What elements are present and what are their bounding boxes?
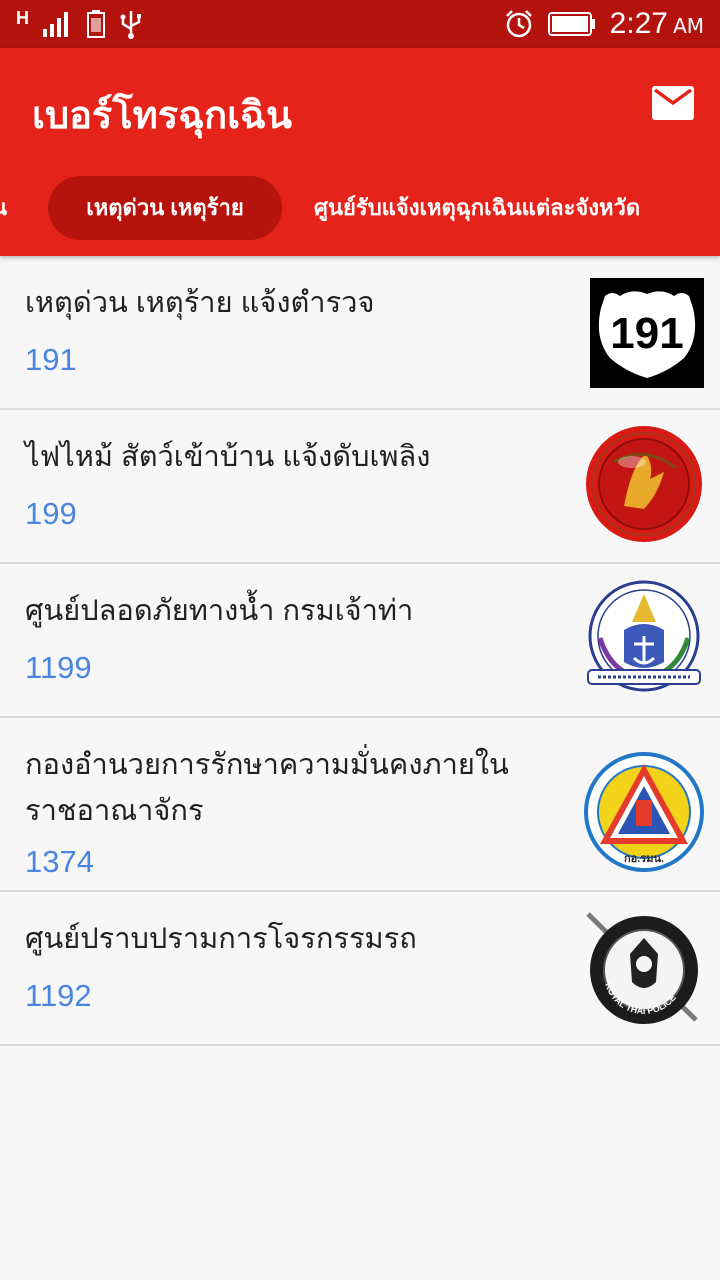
list-item[interactable]: ไฟไหม้ สัตว์เข้าบ้าน แจ้งดับเพลิง 199 <box>0 410 720 564</box>
item-phone-number[interactable]: 1192 <box>25 978 92 1014</box>
app-bar: เบอร์โทรฉุกเฉิน น เหตุด่วน เหตุร้าย ศูนย… <box>0 48 720 256</box>
item-phone-number[interactable]: 191 <box>25 342 77 378</box>
item-phone-number[interactable]: 1199 <box>25 650 92 686</box>
fire-department-emblem-icon <box>586 426 702 542</box>
network-type-indicator: H <box>16 7 29 28</box>
item-phone-number[interactable]: 1374 <box>25 844 94 880</box>
list-item[interactable]: ศูนย์ปลอดภัยทางน้ำ กรมเจ้าท่า 1199 <box>0 564 720 718</box>
item-phone-number[interactable]: 199 <box>25 496 77 532</box>
tab-emergency-crime[interactable]: เหตุด่วน เหตุร้าย <box>48 176 282 240</box>
list-item[interactable]: เหตุด่วน เหตุร้าย แจ้งตำรวจ 191 191 <box>0 256 720 410</box>
signal-icon <box>43 12 68 37</box>
highway-shield-191-icon: 191 <box>590 278 704 388</box>
item-title: ศูนย์ปลอดภัยทางน้ำ กรมเจ้าท่า <box>25 595 414 627</box>
isoc-emblem-icon: กอ.รมน. <box>584 752 704 872</box>
battery-saver-icon <box>87 10 105 38</box>
marine-department-emblem-icon <box>587 580 701 692</box>
clock-time: 2:27 <box>609 7 668 40</box>
emergency-number-list: เหตุด่วน เหตุร้าย แจ้งตำรวจ 191 191 ไฟไห… <box>0 256 720 1046</box>
battery-icon <box>547 12 595 36</box>
usb-icon <box>120 11 141 39</box>
item-title: กองอำนวยการรักษาความมั่นคงภายในราชอาณาจั… <box>25 749 509 827</box>
status-right-icons: 2:27 AM <box>504 6 704 42</box>
item-title: เหตุด่วน เหตุร้าย แจ้งตำรวจ <box>25 287 375 319</box>
alarm-icon <box>505 10 532 38</box>
list-item[interactable]: กองอำนวยการรักษาความมั่นคงภายในราชอาณาจั… <box>0 718 720 892</box>
category-tabs: น เหตุด่วน เหตุร้าย ศูนย์รับแจ้งเหตุฉุกเ… <box>0 176 720 240</box>
clock: 2:27 AM <box>610 7 704 41</box>
clock-ampm: AM <box>673 14 704 38</box>
item-title: ศูนย์ปราบปรามการโจรกรรมรถ <box>25 923 417 955</box>
tab-previous[interactable]: น <box>0 176 7 240</box>
mail-icon[interactable] <box>652 86 694 120</box>
status-bar: H 2:27 AM <box>0 0 720 48</box>
emblem-abbrev: กอ.รมน. <box>624 853 664 865</box>
tab-provincial-centers[interactable]: ศูนย์รับแจ้งเหตุฉุกเฉินแต่ละจังหวัด <box>314 176 640 240</box>
royal-thai-police-emblem-icon: ROYAL THAI POLICE <box>586 912 698 1024</box>
app-title: เบอร์โทรฉุกเฉิน <box>32 95 292 137</box>
shield-number: 191 <box>610 309 683 358</box>
list-item[interactable]: ศูนย์ปราบปรามการโจรกรรมรถ 1192 ROYAL THA… <box>0 892 720 1046</box>
status-left-icons: H <box>16 6 143 42</box>
item-title: ไฟไหม้ สัตว์เข้าบ้าน แจ้งดับเพลิง <box>25 441 431 473</box>
